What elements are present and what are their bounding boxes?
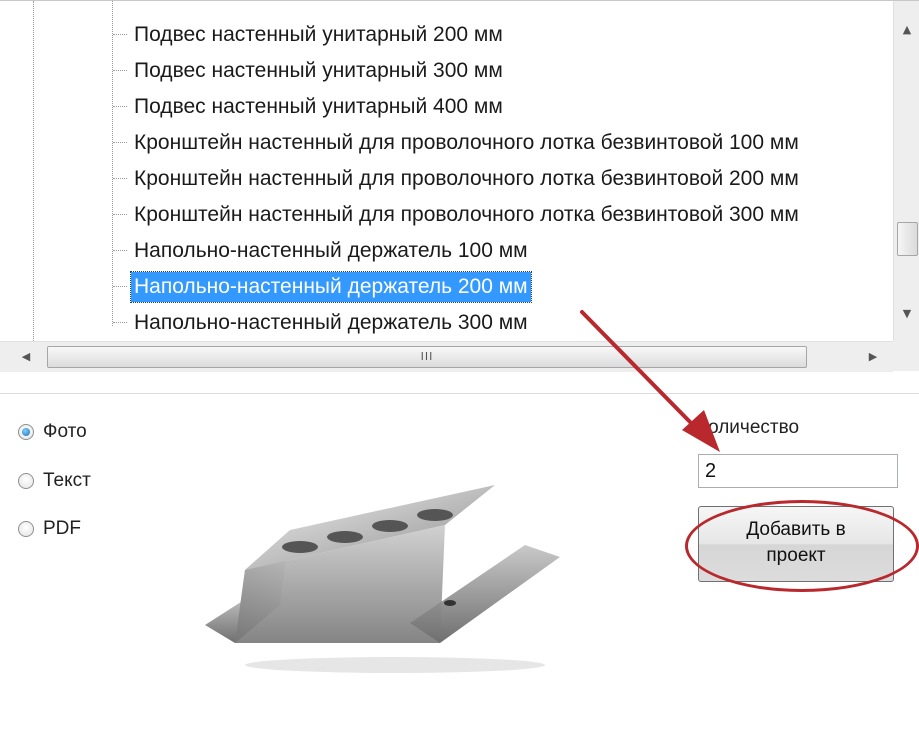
scroll-right-arrow-icon[interactable]: ▶ xyxy=(860,342,886,372)
tree-item[interactable]: Кронштейн настенный для проволочного лот… xyxy=(112,161,893,197)
tree-connector xyxy=(113,178,127,179)
product-tree[interactable]: Подвес настенный унитарный 200 мм Подвес… xyxy=(0,0,919,373)
tree-item[interactable]: Напольно-настенный держатель 100 мм xyxy=(112,233,893,269)
panel-divider xyxy=(0,393,919,394)
vertical-scroll-thumb[interactable] xyxy=(897,222,918,256)
tree-item-label: Кронштейн настенный для проволочного лот… xyxy=(134,167,799,190)
radio-text[interactable]: Текст xyxy=(18,467,91,495)
tree-item-label: Кронштейн настенный для проволочного лот… xyxy=(134,203,799,226)
radio-label: PDF xyxy=(43,518,81,539)
tree-connector xyxy=(113,142,127,143)
tree-connector xyxy=(113,322,127,323)
product-photo xyxy=(205,485,560,673)
tree-item-label: Напольно-настенный держатель 200 мм xyxy=(130,271,532,303)
scroll-left-arrow-icon[interactable]: ◀ xyxy=(13,342,39,372)
radio-label: Текст xyxy=(43,470,91,491)
scroll-down-arrow-icon[interactable]: ▼ xyxy=(894,301,919,327)
tree-item[interactable]: Подвес настенный унитарный 300 мм xyxy=(112,53,893,89)
scrollbar-corner xyxy=(893,341,919,371)
radio-pdf[interactable]: PDF xyxy=(18,515,81,543)
tree-item-label: Подвес настенный унитарный 200 мм xyxy=(134,23,503,46)
tree-guide-line xyxy=(33,1,34,341)
tree-connector xyxy=(113,286,127,287)
tree-connector xyxy=(113,70,127,71)
vertical-scrollbar[interactable]: ▲ ▼ xyxy=(893,1,919,341)
quantity-label: Количество xyxy=(697,417,800,438)
tree-item[interactable]: Подвес настенный унитарный 400 мм xyxy=(112,89,893,125)
tree-item[interactable]: Кронштейн настенный для проволочного лот… xyxy=(112,125,893,161)
tree-item-label: Напольно-настенный держатель 100 мм xyxy=(134,239,528,262)
horizontal-scroll-thumb[interactable]: III xyxy=(47,346,807,368)
tree-connector xyxy=(113,106,127,107)
radio-unchecked-icon[interactable] xyxy=(18,521,34,537)
tree-connector xyxy=(113,214,127,215)
radio-label: Фото xyxy=(43,421,87,442)
radio-unchecked-icon[interactable] xyxy=(18,473,34,489)
tree-item[interactable]: Подвес настенный унитарный 200 мм xyxy=(112,17,893,53)
tree-item[interactable]: Кронштейн настенный для проволочного лот… xyxy=(112,197,893,233)
tree-item-label: Напольно-настенный держатель 300 мм xyxy=(134,311,528,334)
tree-item-label: Подвес настенный унитарный 400 мм xyxy=(134,95,503,118)
radio-checked-icon[interactable] xyxy=(18,424,34,440)
tree-item[interactable]: Напольно-настенный держатель 300 мм xyxy=(112,305,893,341)
tree-item-selected[interactable]: Напольно-настенный держатель 200 мм xyxy=(112,269,893,305)
tree-connector xyxy=(113,250,127,251)
radio-photo[interactable]: Фото xyxy=(18,418,87,446)
tree-content: Подвес настенный унитарный 200 мм Подвес… xyxy=(0,1,893,341)
tree-item-label: Подвес настенный унитарный 300 мм xyxy=(134,59,503,82)
horizontal-scrollbar[interactable]: ◀ III ▶ xyxy=(0,341,893,372)
tree-item-label: Кронштейн настенный для проволочного лот… xyxy=(134,131,799,154)
add-to-project-button[interactable]: Добавить в проект xyxy=(698,506,894,582)
scroll-up-arrow-icon[interactable]: ▲ xyxy=(894,17,919,43)
quantity-input[interactable] xyxy=(698,454,898,488)
tree-connector xyxy=(113,34,127,35)
scroll-grip-icon: III xyxy=(420,350,434,363)
